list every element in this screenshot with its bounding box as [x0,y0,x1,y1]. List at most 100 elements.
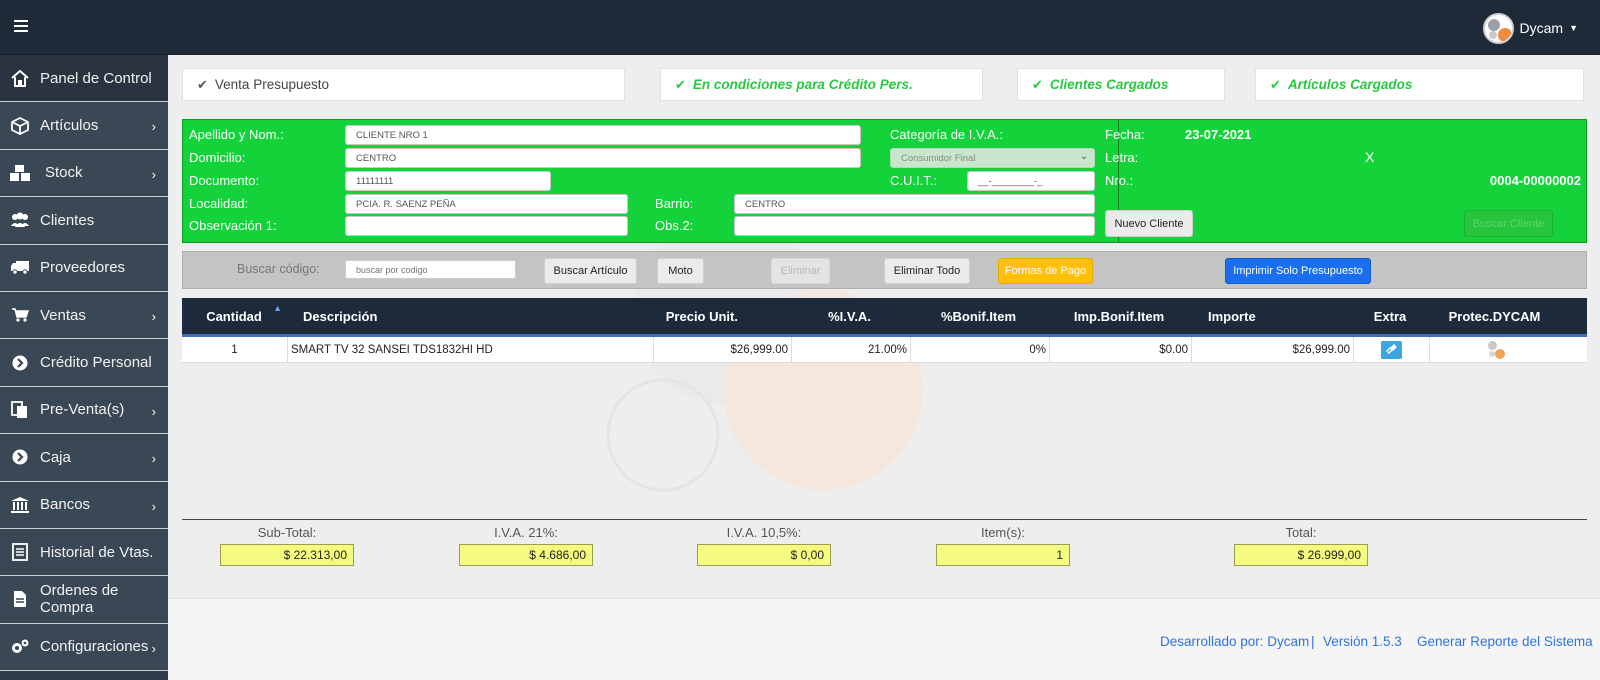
check-icon: ✔ [1032,76,1043,92]
link-icon[interactable] [1381,340,1402,359]
cuit-field[interactable]: __-________-_ [967,171,1095,191]
user-menu[interactable]: Dycam ▼ [1482,12,1578,44]
sidebar-item-configuraciones[interactable]: Configuraciones › [0,623,168,672]
sidebar-item-label: Ordenes de Compra [40,582,119,617]
col-descripcion[interactable]: Descripción [286,309,652,324]
sidebar-item-ordenes-compra[interactable]: Ordenes de Compra [0,576,168,624]
developer-link[interactable]: Desarrollado por: Dycam [1160,634,1309,649]
col-iva[interactable]: %I.V.A. [790,309,909,324]
documento-field[interactable]: 11111111 [345,171,551,191]
label-observacion: Observación 1: [189,218,277,233]
categoria-iva-select[interactable]: Consumidor Final ⌄ [890,148,1095,168]
sidebar: Panel de Control Artículos › Stock › Cli… [0,55,168,680]
sidebar-item-bancos[interactable]: Bancos › [0,481,168,529]
imprimir-presupuesto-button[interactable]: Imprimir Solo Presupuesto [1225,258,1371,284]
status-label: Artículos Cargados [1287,77,1413,92]
sidebar-item-panel-control[interactable]: Panel de Control [0,55,168,103]
items-count-field: 1 [936,544,1070,566]
formas-pago-button[interactable]: Formas de Pago [998,258,1093,284]
header-label: Cantidad [206,308,262,324]
label-barrio: Barrio: [655,196,694,211]
main-content: ✔ Venta Presupuesto ✔ En condiciones par… [168,55,1600,680]
status-label: Venta Presupuesto [214,77,329,92]
chevron-right-icon: › [151,403,156,419]
cubes-icon [9,163,31,183]
status-clientes: ✔ Clientes Cargados [1017,68,1225,101]
fecha-value: 23-07-2021 [1185,127,1252,142]
buscar-codigo-label: Buscar código: [237,262,320,276]
label-documento: Documento: [189,173,260,188]
sidebar-item-credito-personal[interactable]: Crédito Personal [0,339,168,387]
status-label: Clientes Cargados [1049,77,1169,92]
generar-reporte-link[interactable]: Generar Reporte del Sistema [1417,634,1593,649]
label-cuit: C.U.I.T.: [890,173,937,188]
label-domicilio: Domicilio: [189,150,246,165]
chevron-down-icon: ⌄ [1079,151,1088,162]
cell-bonif: 0% [911,337,1050,362]
sidebar-item-historial-vtas[interactable]: Historial de Vtas. [0,528,168,577]
cube-icon [9,116,31,136]
copy-icon [9,400,31,420]
footer: Desarrollado por: Dycam | Versión 1.5.3 … [168,598,1600,680]
iva21-field: $ 4.686,00 [459,544,593,566]
avatar [1482,12,1514,44]
col-precio-unit[interactable]: Precio Unit. [652,309,790,324]
localidad-field[interactable]: PCIA. R. SAENZ PEÑA [345,194,628,214]
col-bonif-item[interactable]: %Bonif.Item [909,309,1048,324]
sidebar-item-clientes[interactable]: Clientes [0,197,168,245]
cart-icon [9,305,31,325]
col-extra[interactable]: Extra [1352,309,1428,324]
sidebar-item-caja[interactable]: Caja › [0,434,168,482]
cell-descripcion: SMART TV 32 SANSEI TDS1832HI HD [288,337,654,362]
cell-iva: 21.00% [792,337,911,362]
subtotal-field: $ 22.313,00 [220,544,354,566]
buscar-articulo-button[interactable]: Buscar Artículo [544,258,637,284]
eliminar-todo-button[interactable]: Eliminar Todo [884,258,970,284]
label-localidad: Localidad: [189,196,249,211]
dycam-logo-icon[interactable] [1487,340,1506,359]
sidebar-item-label: Stock [45,164,83,182]
list-icon [9,542,31,562]
sidebar-item-articulos[interactable]: Artículos › [0,102,168,150]
status-articulos: ✔ Artículos Cargados [1255,68,1584,101]
col-protec-dycam[interactable]: Protec.DYCAM [1428,309,1561,324]
col-importe[interactable]: Importe [1190,309,1352,324]
cell-imp-bonif: $0.00 [1050,337,1192,362]
version-link[interactable]: Versión 1.5.3 [1323,634,1402,649]
obs2-field[interactable] [734,216,1095,236]
eliminar-button[interactable]: Eliminar [771,258,830,284]
iva105-label: I.V.A. 10,5%: [726,525,802,540]
moto-button[interactable]: Moto [657,258,704,284]
hamburger-menu-icon[interactable] [14,17,34,37]
buscar-cliente-button[interactable]: Buscar Cliente [1464,210,1553,237]
chevron-right-icon: › [151,166,156,182]
cell-precio-unit: $26,999.00 [654,337,792,362]
items-count-label: Item(s): [980,525,1026,540]
apellido-field[interactable]: CLIENTE NRO 1 [345,125,861,145]
items-table: Cantidad ▲ Descripción Precio Unit. %I.V… [182,298,1587,363]
check-icon: ✔ [197,76,208,92]
sidebar-item-label: Crédito Personal [40,354,152,372]
table-row[interactable]: 1 SMART TV 32 SANSEI TDS1832HI HD $26,99… [182,337,1587,363]
domicilio-field[interactable]: CENTRO [345,148,861,168]
check-icon: ✔ [1270,76,1281,92]
total-field: $ 26.999,00 [1234,544,1368,566]
chevron-right-icon: › [151,308,156,324]
status-label: En condiciones para Crédito Pers. [692,77,913,92]
barrio-field[interactable]: CENTRO [734,194,1095,214]
circle-arrow-icon [9,353,31,373]
sidebar-item-stock[interactable]: Stock › [0,149,168,198]
buscar-codigo-input[interactable] [345,260,516,279]
label-fecha: Fecha: [1105,127,1145,142]
sidebar-item-ventas[interactable]: Ventas › [0,291,168,340]
iva105-field: $ 0,00 [697,544,831,566]
chevron-right-icon: › [151,451,156,467]
status-credito: ✔ En condiciones para Crédito Pers. [660,68,983,101]
col-imp-bonif-item[interactable]: Imp.Bonif.Item [1048,309,1190,324]
col-cantidad[interactable]: Cantidad ▲ [182,303,286,324]
observacion-field[interactable] [345,216,628,236]
nuevo-cliente-button[interactable]: Nuevo Cliente [1105,210,1193,237]
check-icon: ✔ [675,76,686,92]
sidebar-item-pre-ventas[interactable]: Pre-Venta(s) › [0,386,168,435]
sidebar-item-proveedores[interactable]: Proveedores [0,244,168,292]
